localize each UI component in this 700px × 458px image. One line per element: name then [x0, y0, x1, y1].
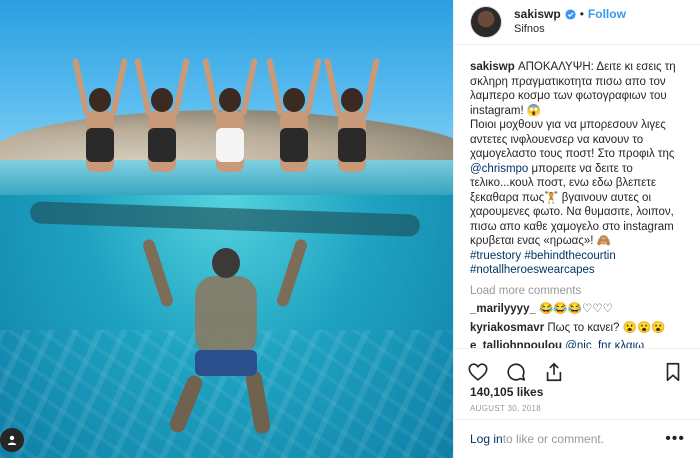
post-header: sakiswp • Follow Sifnos	[454, 0, 700, 45]
more-options-icon[interactable]: •••	[665, 430, 685, 448]
verified-badge-icon	[565, 9, 576, 20]
action-bar	[454, 348, 700, 386]
photo-person	[324, 58, 380, 178]
comment-row: e_talljohnpoulou @nic_fnr κλαιω	[470, 339, 685, 348]
login-link[interactable]: Log in	[470, 432, 503, 446]
photo-person	[72, 58, 128, 178]
photo-person	[266, 58, 322, 178]
photo-diver	[141, 237, 309, 438]
caption-text: μπορειτε να δειτε το τελικο...κουλ ποστ,…	[470, 162, 674, 248]
caption-hashtags[interactable]: #truestory #behindthecourtin #notallhero…	[470, 250, 616, 277]
comment-row: kyriakosmavr Πως το κανει? 😮😮😮	[470, 321, 685, 336]
caption-text: Ποιοι μοχθουν για να μπορεσουν λιγες αντ…	[470, 119, 675, 160]
caption-mention[interactable]: @chrismpo	[470, 163, 528, 175]
comment-icon[interactable]	[504, 360, 528, 384]
comment-text: @nic_fnr κλαιω	[565, 340, 645, 348]
user-tag-icon[interactable]	[0, 428, 24, 452]
comment-text: Πως το κανει? 😮😮😮	[547, 321, 666, 334]
avatar[interactable]	[470, 6, 502, 38]
login-text: to like or comment.	[502, 432, 605, 446]
login-prompt: Log in to like or comment. •••	[454, 419, 700, 458]
follow-button[interactable]: Follow	[588, 7, 626, 22]
photo-person	[202, 58, 258, 178]
caption: sakiswp ΑΠΟΚΑΛΥΨΗ: Δειτε κι εσεις τη σκλ…	[470, 60, 685, 278]
username-link[interactable]: sakiswp	[514, 7, 561, 22]
heart-icon[interactable]	[466, 360, 490, 384]
location-link[interactable]: Sifnos	[514, 22, 626, 37]
comment-username[interactable]: _marilyyyy_	[470, 303, 536, 315]
comment-row: _marilyyyy_ 😂😂😂♡♡♡	[470, 302, 685, 317]
share-icon[interactable]	[542, 360, 566, 384]
post-side-panel: sakiswp • Follow Sifnos sakiswp ΑΠΟΚΑΛΥΨ…	[453, 0, 700, 458]
instagram-post: sakiswp • Follow Sifnos sakiswp ΑΠΟΚΑΛΥΨ…	[0, 0, 700, 458]
separator: •	[579, 7, 584, 21]
comment-text: 😂😂😂♡♡♡	[539, 303, 613, 315]
comment-username[interactable]: e_talljohnpoulou	[470, 340, 562, 348]
comments-section: sakiswp ΑΠΟΚΑΛΥΨΗ: Δειτε κι εσεις τη σκλ…	[454, 46, 700, 348]
comment-username[interactable]: kyriakosmavr	[470, 322, 544, 334]
likes-count[interactable]: 140,105 likes	[470, 385, 543, 399]
caption-username[interactable]: sakiswp	[470, 61, 515, 73]
bookmark-icon[interactable]	[661, 360, 685, 384]
post-date: AUGUST 30, 2018	[470, 404, 542, 413]
load-more-comments[interactable]: Load more comments	[470, 284, 685, 299]
photo-person	[134, 58, 190, 178]
post-photo[interactable]	[0, 0, 453, 458]
header-text: sakiswp • Follow Sifnos	[514, 7, 626, 37]
